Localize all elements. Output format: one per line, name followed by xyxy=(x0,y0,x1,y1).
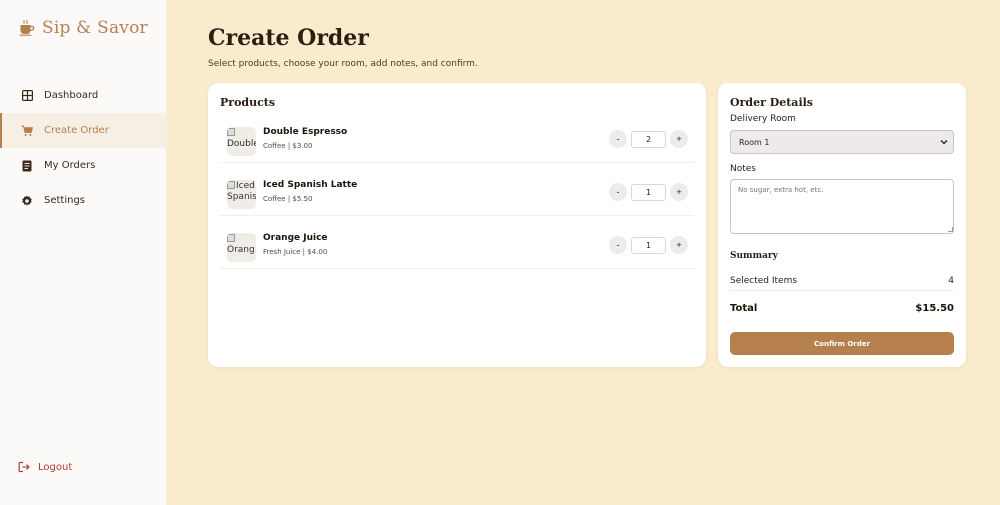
sidebar-item-my-orders[interactable]: My Orders xyxy=(0,148,167,183)
products-card: Products Double Double Espresso Coffee |… xyxy=(208,83,706,367)
product-meta: Fresh Juice | $4.00 xyxy=(263,248,328,256)
cart-icon xyxy=(21,125,33,137)
product-name: Orange Juice xyxy=(263,233,328,243)
sidebar: Sip & Savor Dashboard Create Order My Or… xyxy=(0,0,167,505)
gear-icon xyxy=(21,195,33,207)
document-icon xyxy=(21,160,33,172)
confirm-order-button[interactable]: Confirm Order xyxy=(730,332,954,355)
products-title: Products xyxy=(220,96,276,109)
delivery-room-label: Delivery Room xyxy=(730,114,796,124)
page-subtitle: Select products, choose your room, add n… xyxy=(208,59,478,69)
brand-name: Sip & Savor xyxy=(42,18,148,38)
quantity-input[interactable] xyxy=(631,183,666,201)
summary-title: Summary xyxy=(730,251,778,261)
logout-label: Logout xyxy=(38,461,73,473)
chevron-down-icon xyxy=(940,140,948,145)
total-value: $15.50 xyxy=(915,302,954,314)
grid-icon xyxy=(21,90,33,102)
sidebar-item-label: Dashboard xyxy=(44,90,99,101)
total-row: Total $15.50 xyxy=(730,299,954,317)
page-title: Create Order xyxy=(208,25,369,51)
sidebar-nav: Dashboard Create Order My Orders Setting… xyxy=(0,78,167,218)
product-row-iced-spanish-latte: Iced Spanis Iced Spanish Latte Coffee | … xyxy=(220,172,694,216)
sidebar-item-dashboard[interactable]: Dashboard xyxy=(0,78,167,113)
product-image-alt: Orang xyxy=(227,245,255,255)
increase-button[interactable]: + xyxy=(670,236,688,254)
selected-items-label: Selected Items xyxy=(730,275,798,286)
product-name: Double Espresso xyxy=(263,127,348,137)
product-name: Iced Spanish Latte xyxy=(263,180,358,190)
quantity-input[interactable] xyxy=(631,236,666,254)
broken-image-icon xyxy=(227,181,235,189)
total-label: Total xyxy=(730,302,758,314)
order-details-title: Order Details xyxy=(730,96,813,109)
selected-items-value: 4 xyxy=(948,275,954,286)
selected-items-row: Selected Items 4 xyxy=(730,271,954,291)
product-row-orange-juice: Orang Orange Juice Fresh Juice | $4.00 -… xyxy=(220,225,694,269)
delivery-room-select[interactable]: Room 1 xyxy=(730,130,954,154)
delivery-room-value: Room 1 xyxy=(739,137,770,147)
quantity-stepper: - + xyxy=(609,236,688,254)
product-image: Iced Spanis xyxy=(227,180,256,209)
logout-icon xyxy=(18,461,30,473)
product-image: Orang xyxy=(227,233,256,262)
sidebar-item-label: Settings xyxy=(44,195,86,206)
resize-handle-icon[interactable] xyxy=(948,227,953,232)
product-meta: Coffee | $5.50 xyxy=(263,195,313,203)
quantity-stepper: - + xyxy=(609,183,688,201)
sidebar-item-create-order[interactable]: Create Order xyxy=(0,113,167,148)
brand[interactable]: Sip & Savor xyxy=(18,18,148,38)
increase-button[interactable]: + xyxy=(670,183,688,201)
broken-image-icon xyxy=(227,128,235,136)
order-details-card: Order Details Delivery Room Room 1 Notes… xyxy=(718,83,966,367)
quantity-stepper: - + xyxy=(609,130,688,148)
product-image: Double xyxy=(227,127,256,156)
decrease-button[interactable]: - xyxy=(609,236,627,254)
sidebar-item-settings[interactable]: Settings xyxy=(0,183,167,218)
increase-button[interactable]: + xyxy=(670,130,688,148)
product-image-alt: Double xyxy=(227,139,256,149)
product-meta: Coffee | $3.00 xyxy=(263,142,313,150)
quantity-input[interactable] xyxy=(631,130,666,148)
decrease-button[interactable]: - xyxy=(609,183,627,201)
sidebar-item-label: My Orders xyxy=(44,160,96,171)
logout-button[interactable]: Logout xyxy=(18,461,72,473)
notes-input[interactable] xyxy=(730,179,954,234)
decrease-button[interactable]: - xyxy=(609,130,627,148)
sidebar-item-label: Create Order xyxy=(44,125,109,136)
product-row-double-espresso: Double Double Espresso Coffee | $3.00 - … xyxy=(220,119,694,163)
coffee-cup-icon xyxy=(18,19,36,37)
notes-label: Notes xyxy=(730,164,756,174)
broken-image-icon xyxy=(227,234,235,242)
